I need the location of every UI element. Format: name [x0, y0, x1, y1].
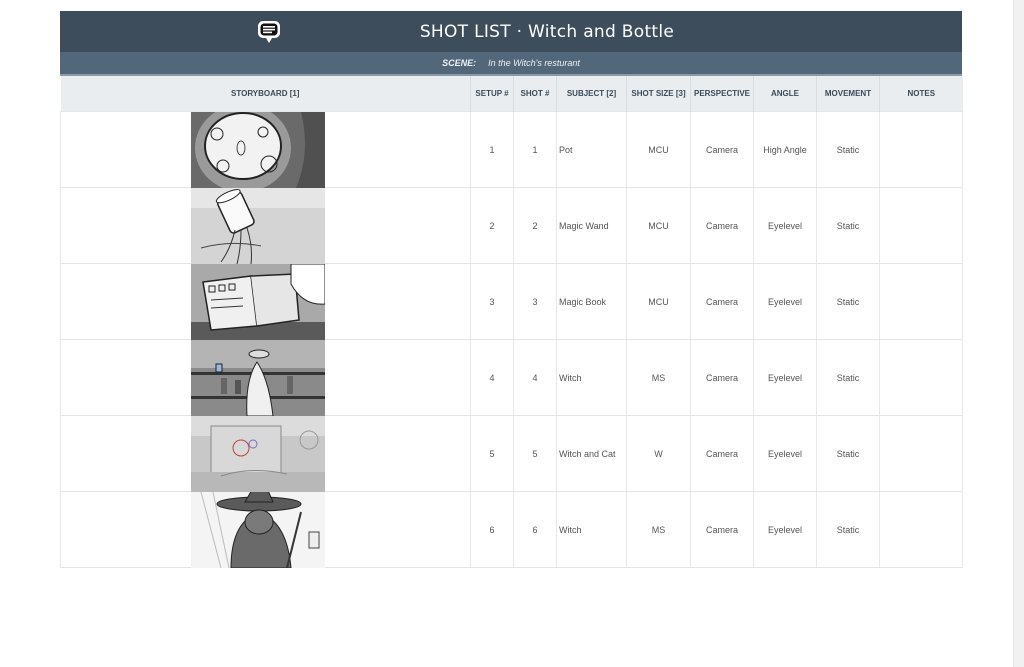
angle-cell[interactable]: Eyelevel: [753, 339, 817, 416]
perspective-cell[interactable]: Camera: [690, 339, 754, 416]
col-shot-size[interactable]: SHOT SIZE [3]: [626, 76, 691, 112]
notes-cell[interactable]: [879, 263, 963, 340]
table-row[interactable]: 1 1 Pot MCU Camera High Angle Static: [60, 111, 963, 188]
storyboard-image-magic-book[interactable]: [191, 264, 325, 340]
angle-cell[interactable]: Eyelevel: [753, 263, 817, 340]
storyboard-cell: [60, 187, 471, 264]
perspective-cell[interactable]: Camera: [690, 491, 754, 568]
perspective-cell[interactable]: Camera: [690, 187, 754, 264]
storyboard-cell: [60, 339, 471, 416]
col-shot[interactable]: SHOT #: [513, 76, 557, 112]
angle-cell[interactable]: Eyelevel: [753, 491, 817, 568]
shot-list-sheet: SHOT LIST · Witch and Bottle SCENE: In t…: [60, 11, 963, 568]
col-storyboard[interactable]: STORYBOARD [1]: [60, 76, 471, 112]
storyboard-image-witch[interactable]: [191, 340, 325, 416]
perspective-cell[interactable]: Camera: [690, 111, 754, 188]
subject-cell[interactable]: Witch: [556, 491, 627, 568]
storyboard-cell: [60, 415, 471, 492]
table-row[interactable]: 3 3 Magic Book MCU Camera Eyelevel Stati…: [60, 263, 963, 340]
notes-cell[interactable]: [879, 491, 963, 568]
movement-cell[interactable]: Static: [816, 491, 880, 568]
storyboard-image-pot[interactable]: [191, 112, 325, 188]
subject-cell[interactable]: Magic Book: [556, 263, 627, 340]
subject-cell[interactable]: Witch: [556, 339, 627, 416]
storyboard-image-witch-closeup[interactable]: [191, 492, 325, 568]
setup-cell[interactable]: 4: [470, 339, 514, 416]
col-notes[interactable]: NOTES: [879, 76, 963, 112]
col-angle[interactable]: ANGLE: [753, 76, 817, 112]
angle-cell[interactable]: Eyelevel: [753, 187, 817, 264]
setup-cell[interactable]: 3: [470, 263, 514, 340]
shot-size-cell[interactable]: W: [626, 415, 691, 492]
shot-cell[interactable]: 1: [513, 111, 557, 188]
notes-cell[interactable]: [879, 187, 963, 264]
perspective-cell[interactable]: Camera: [690, 263, 754, 340]
vertical-scrollbar[interactable]: [1013, 0, 1024, 667]
table-row[interactable]: 2 2 Magic Wand MCU Camera Eyelevel Stati…: [60, 187, 963, 264]
table-header-row: STORYBOARD [1] SETUP # SHOT # SUBJECT [2…: [60, 76, 963, 112]
page-title: SHOT LIST · Witch and Bottle: [419, 21, 675, 42]
subject-cell[interactable]: Witch and Cat: [556, 415, 627, 492]
storyboard-cell: [60, 263, 471, 340]
col-perspective[interactable]: PERSPECTIVE: [690, 76, 754, 112]
notes-cell[interactable]: [879, 415, 963, 492]
shot-size-cell[interactable]: MCU: [626, 111, 691, 188]
shot-size-cell[interactable]: MCU: [626, 187, 691, 264]
movement-cell[interactable]: Static: [816, 415, 880, 492]
angle-cell[interactable]: High Angle: [753, 111, 817, 188]
storyboard-cell: [60, 111, 471, 188]
shot-size-cell[interactable]: MS: [626, 339, 691, 416]
shot-cell[interactable]: 3: [513, 263, 557, 340]
shot-size-cell[interactable]: MS: [626, 491, 691, 568]
shot-size-cell[interactable]: MCU: [626, 263, 691, 340]
table-row[interactable]: 4 4 Witch MS Camera Eyelevel Static: [60, 339, 963, 416]
notes-cell[interactable]: [879, 339, 963, 416]
storyboard-image-witch-and-cat[interactable]: [191, 416, 325, 492]
subject-cell[interactable]: Pot: [556, 111, 627, 188]
storyboard-image-magic-wand[interactable]: [191, 188, 325, 264]
movement-cell[interactable]: Static: [816, 263, 880, 340]
scene-label: SCENE:: [442, 58, 477, 68]
shot-cell[interactable]: 5: [513, 415, 557, 492]
shot-cell[interactable]: 2: [513, 187, 557, 264]
shot-cell[interactable]: 4: [513, 339, 557, 416]
angle-cell[interactable]: Eyelevel: [753, 415, 817, 492]
shot-cell[interactable]: 6: [513, 491, 557, 568]
movement-cell[interactable]: Static: [816, 339, 880, 416]
col-movement[interactable]: MOVEMENT: [816, 76, 880, 112]
scene-value: In the Witch's resturant: [488, 58, 580, 68]
table-row[interactable]: 5 5 Witch and Cat W Camera Eyelevel Stat…: [60, 415, 963, 492]
table-row[interactable]: 6 6 Witch MS Camera Eyelevel Static: [60, 491, 963, 568]
shot-table: STORYBOARD [1] SETUP # SHOT # SUBJECT [2…: [60, 76, 963, 568]
setup-cell[interactable]: 2: [470, 187, 514, 264]
storyboard-cell: [60, 491, 471, 568]
subject-cell[interactable]: Magic Wand: [556, 187, 627, 264]
notes-cell[interactable]: [879, 111, 963, 188]
movement-cell[interactable]: Static: [816, 111, 880, 188]
setup-cell[interactable]: 1: [470, 111, 514, 188]
setup-cell[interactable]: 6: [470, 491, 514, 568]
col-subject[interactable]: SUBJECT [2]: [556, 76, 627, 112]
title-bar: SHOT LIST · Witch and Bottle: [60, 11, 962, 52]
chat-bubble-icon[interactable]: [257, 20, 281, 44]
movement-cell[interactable]: Static: [816, 187, 880, 264]
scene-bar: SCENE: In the Witch's resturant: [60, 52, 962, 76]
col-setup[interactable]: SETUP #: [470, 76, 514, 112]
setup-cell[interactable]: 5: [470, 415, 514, 492]
perspective-cell[interactable]: Camera: [690, 415, 754, 492]
